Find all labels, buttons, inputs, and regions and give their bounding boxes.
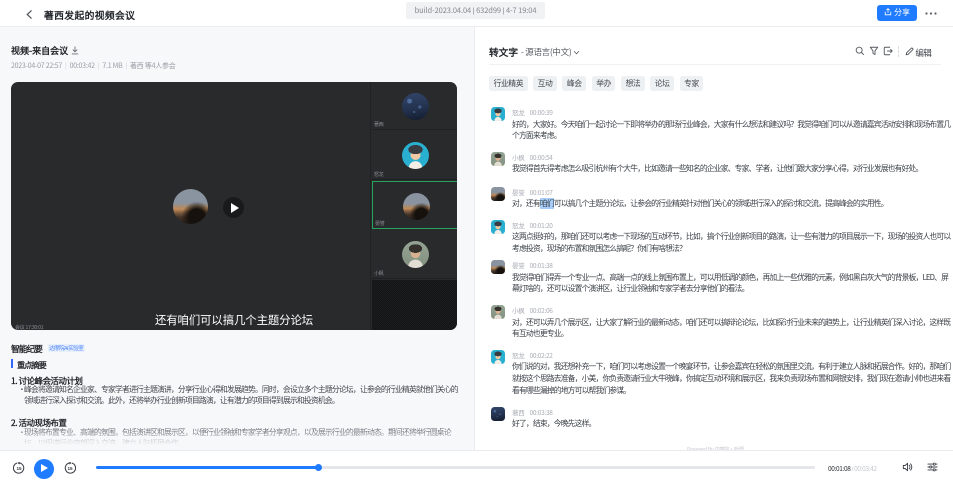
- svg-text:15: 15: [16, 466, 22, 471]
- svg-text:15: 15: [67, 466, 73, 471]
